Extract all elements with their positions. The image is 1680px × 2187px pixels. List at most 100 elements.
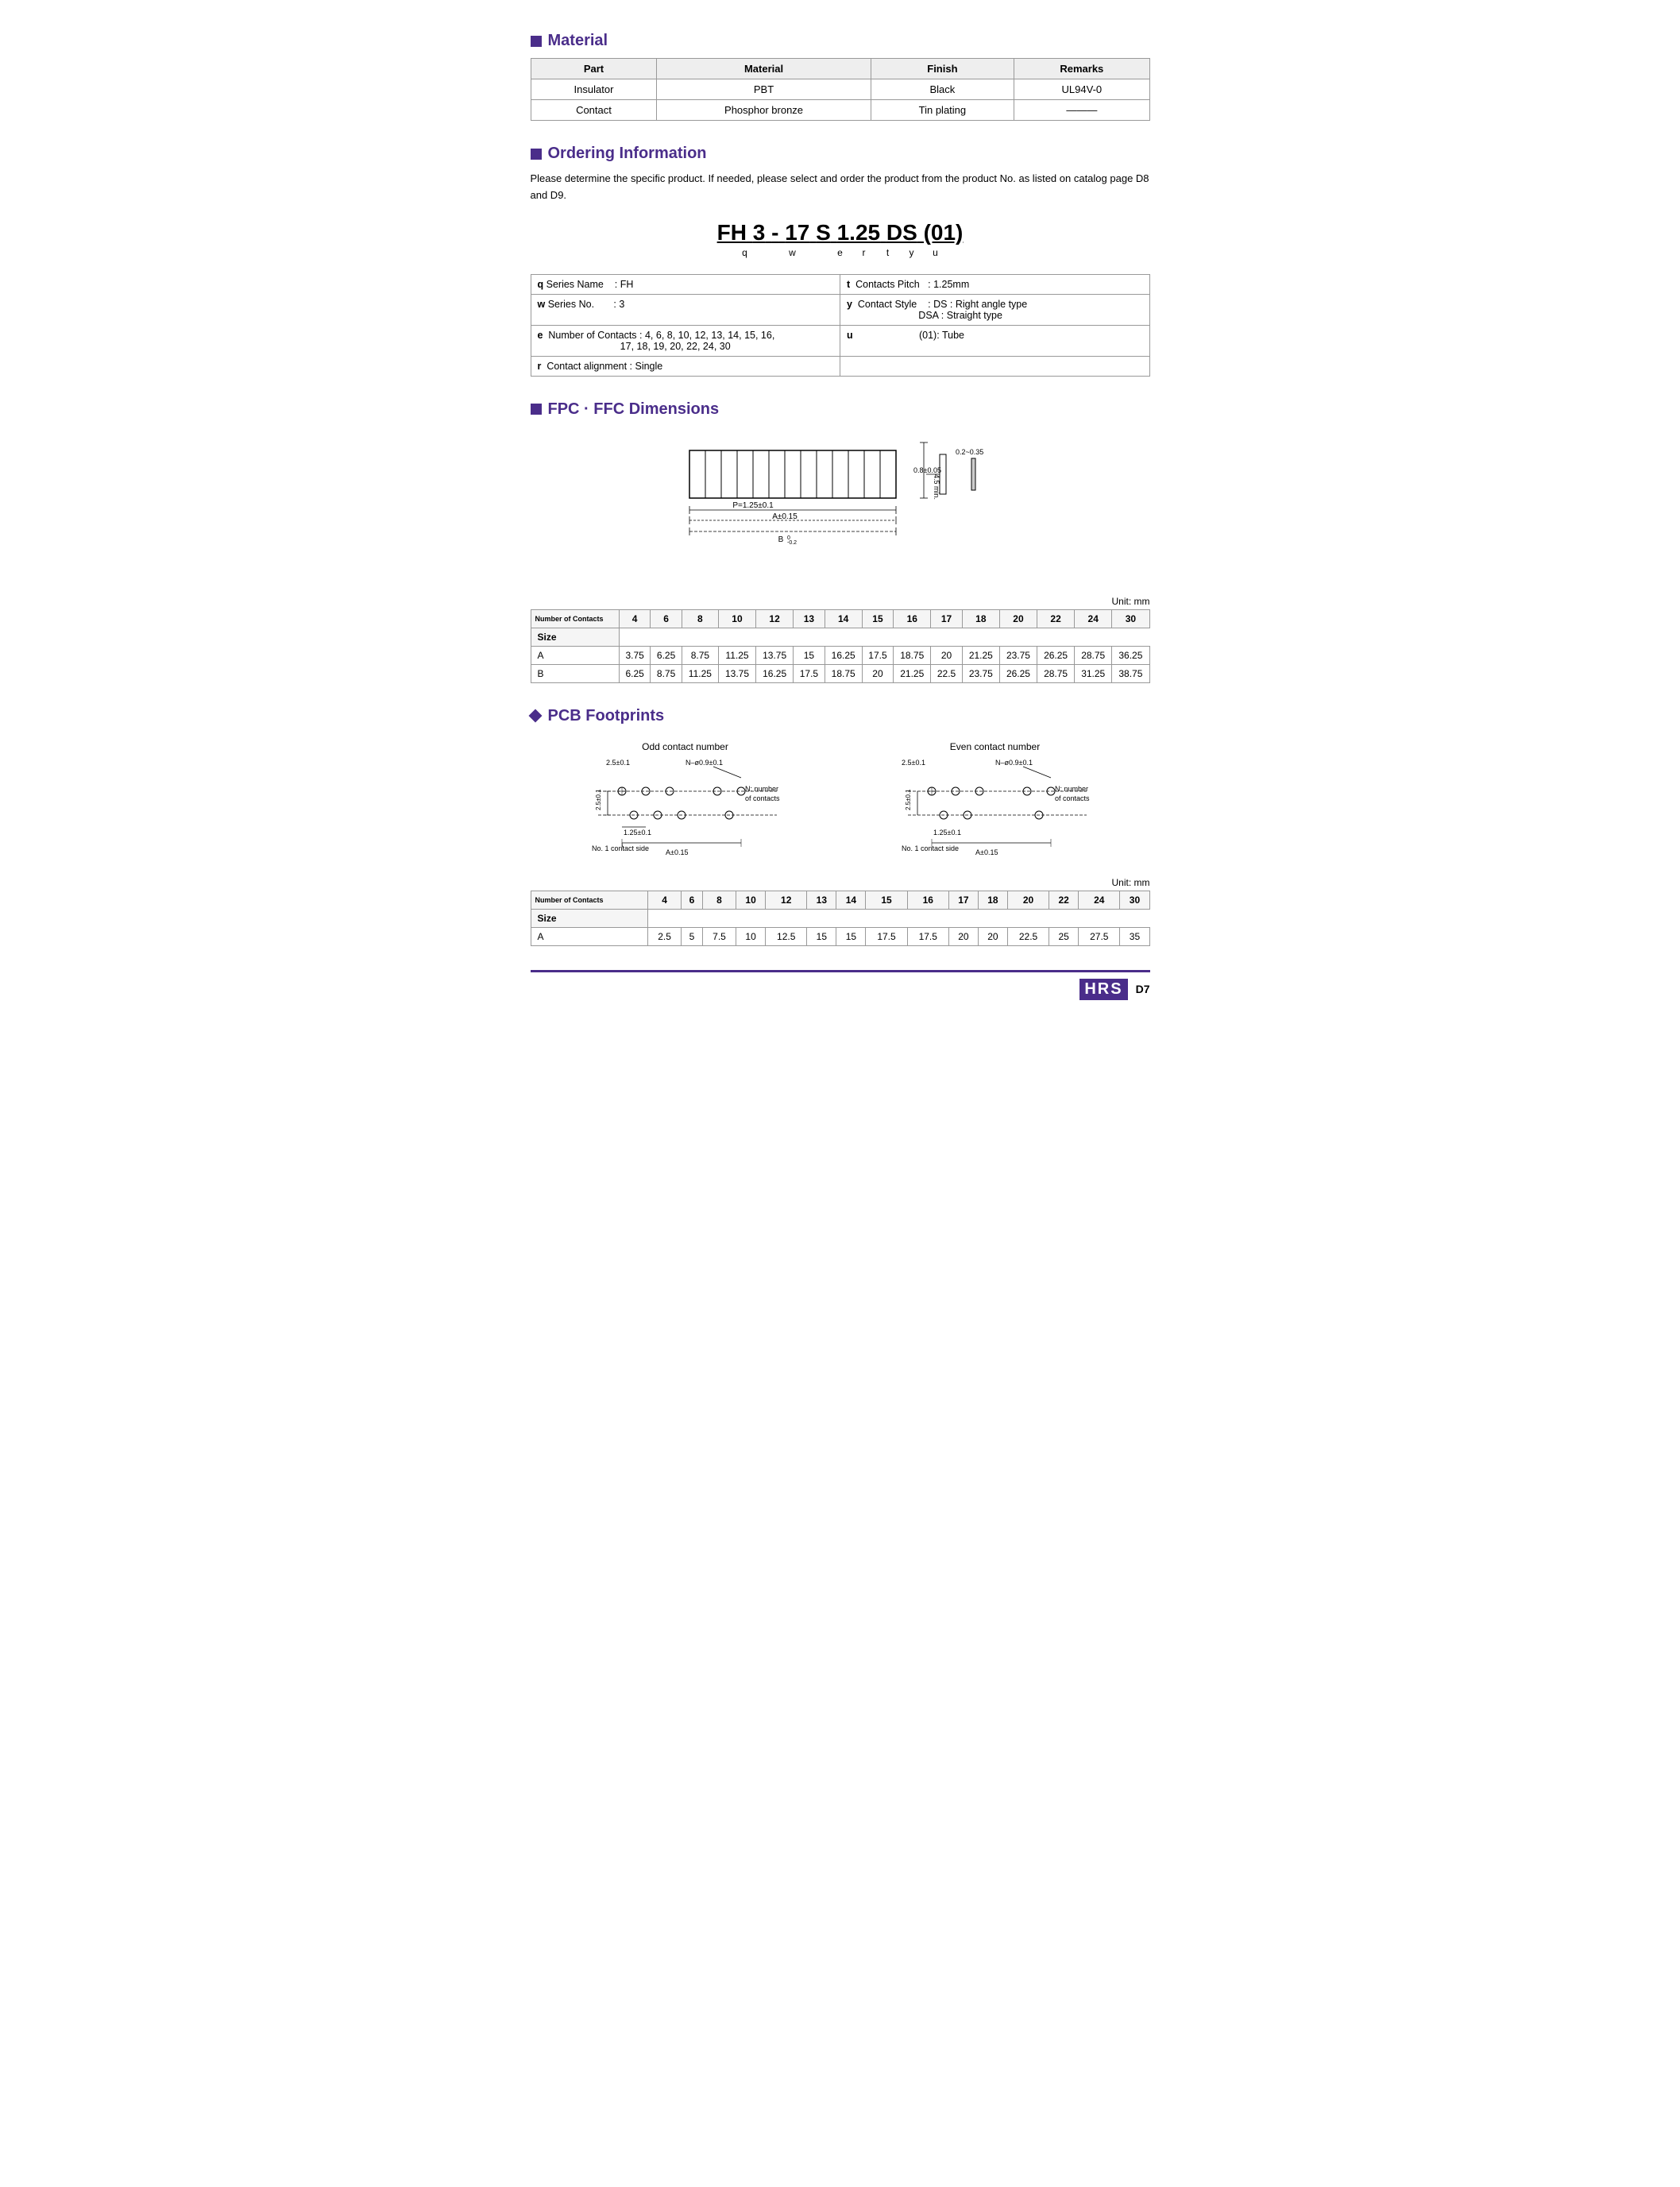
material-header: Material bbox=[531, 32, 1150, 50]
ordering-icon bbox=[531, 149, 542, 160]
pcb-a-label: A bbox=[531, 927, 647, 945]
pcb-size-label: Size bbox=[531, 909, 647, 927]
fpc-b-22: 28.75 bbox=[1037, 664, 1075, 682]
pcb-even-label: Even contact number bbox=[900, 741, 1091, 752]
pn-17: 17 bbox=[785, 220, 809, 245]
col-header-finish: Finish bbox=[871, 59, 1014, 79]
pcb-icon bbox=[528, 709, 542, 723]
fpc-title: FPC · FFC Dimensions bbox=[548, 400, 720, 419]
pcb-col-15: 15 bbox=[866, 891, 907, 909]
finish-tin: Tin plating bbox=[871, 100, 1014, 121]
svg-text:N–ø0.9±0.1: N–ø0.9±0.1 bbox=[686, 759, 723, 767]
material-section: Material Part Material Finish Remarks In… bbox=[531, 32, 1150, 121]
fpc-a-10: 11.25 bbox=[718, 646, 755, 664]
pn-space2 bbox=[765, 220, 771, 245]
table-row: Insulator PBT Black UL94V-0 bbox=[531, 79, 1149, 100]
fpc-b-10: 13.75 bbox=[718, 664, 755, 682]
pcb-col-6: 6 bbox=[682, 891, 703, 909]
pcb-a-12: 12.5 bbox=[766, 927, 807, 945]
svg-text:1.25±0.1: 1.25±0.1 bbox=[624, 829, 651, 837]
fpc-col-17: 17 bbox=[931, 609, 962, 628]
pn-space5 bbox=[831, 220, 837, 245]
pcb-a-14: 15 bbox=[836, 927, 866, 945]
fpc-a-15: 17.5 bbox=[862, 646, 893, 664]
fpc-a-label: A bbox=[531, 646, 619, 664]
pcb-even-diagram: Even contact number 2.5±0.1 N–ø0.9±0.1 bbox=[900, 741, 1091, 861]
pn-letter-e: e bbox=[828, 247, 852, 258]
pcb-unit: Unit: mm bbox=[531, 877, 1150, 888]
fpc-b-30: 38.75 bbox=[1112, 664, 1149, 682]
pn-space7 bbox=[917, 220, 924, 245]
pcb-row-a: A 2.5 5 7.5 10 12.5 15 15 17.5 17.5 20 2… bbox=[531, 927, 1149, 945]
pcb-col-8: 8 bbox=[702, 891, 736, 909]
material-title: Material bbox=[548, 32, 608, 50]
fpc-b-14: 18.75 bbox=[825, 664, 862, 682]
fpc-data-table: Number of Contacts 4 6 8 10 12 13 14 15 … bbox=[531, 609, 1150, 683]
fpc-header-contacts: Number of Contacts bbox=[531, 609, 619, 628]
pcb-a-15: 17.5 bbox=[866, 927, 907, 945]
pcb-odd-label: Odd contact number bbox=[590, 741, 781, 752]
pn-space3 bbox=[778, 220, 785, 245]
col-header-material: Material bbox=[657, 59, 871, 79]
material-table: Part Material Finish Remarks Insulator P… bbox=[531, 58, 1150, 121]
col-header-remarks: Remarks bbox=[1014, 59, 1149, 79]
pcb-col-17: 17 bbox=[948, 891, 978, 909]
fpc-b-label: B bbox=[531, 664, 619, 682]
fpc-col-13: 13 bbox=[794, 609, 825, 628]
finish-black: Black bbox=[871, 79, 1014, 100]
page-footer: HRS D7 bbox=[531, 970, 1150, 1000]
svg-text:2.5±0.1: 2.5±0.1 bbox=[606, 759, 630, 767]
pn-space1 bbox=[747, 220, 753, 245]
pcb-even-svg: 2.5±0.1 N–ø0.9±0.1 N: numbe bbox=[900, 755, 1091, 859]
pn-letter-u: u bbox=[924, 247, 948, 258]
pn-letter-w: w bbox=[781, 247, 805, 258]
ordering-cell-u: u (01): Tube bbox=[840, 325, 1150, 356]
svg-text:2.5±0.1: 2.5±0.1 bbox=[905, 788, 912, 809]
fpc-a-16: 18.75 bbox=[894, 646, 931, 664]
pn-space6 bbox=[880, 220, 886, 245]
fpc-header: FPC · FFC Dimensions bbox=[531, 400, 1150, 419]
fpc-size-label: Size bbox=[531, 628, 619, 646]
fpc-col-16: 16 bbox=[894, 609, 931, 628]
ordering-cell-empty bbox=[840, 356, 1150, 376]
fpc-a-18: 21.25 bbox=[962, 646, 999, 664]
col-header-part: Part bbox=[531, 59, 657, 79]
pn-letters-row: q w e r t y u bbox=[531, 247, 1150, 258]
pn-letter-q: q bbox=[733, 247, 757, 258]
pcb-a-8: 7.5 bbox=[702, 927, 736, 945]
fpc-b-13: 17.5 bbox=[794, 664, 825, 682]
ordering-cell-t: t Contacts Pitch : 1.25mm bbox=[840, 274, 1150, 294]
pcb-header-contacts: Number of Contacts bbox=[531, 891, 647, 909]
pn-s: S bbox=[816, 220, 831, 245]
ordering-info-table: q Series Name : FH t Contacts Pitch : 1.… bbox=[531, 274, 1150, 377]
fpc-col-18: 18 bbox=[962, 609, 999, 628]
pcb-col-10: 10 bbox=[736, 891, 766, 909]
ordering-section: Ordering Information Please determine th… bbox=[531, 145, 1150, 377]
pcb-a-17: 20 bbox=[948, 927, 978, 945]
page-number: D7 bbox=[1136, 983, 1150, 995]
pcb-a-20: 22.5 bbox=[1007, 927, 1049, 945]
ordering-cell-q: q Series Name : FH bbox=[531, 274, 840, 294]
svg-text:No. 1 contact side: No. 1 contact side bbox=[902, 844, 959, 852]
ordering-cell-r: r Contact alignment : Single bbox=[531, 356, 840, 376]
fpc-col-14: 14 bbox=[825, 609, 862, 628]
svg-text:0.8±0.05: 0.8±0.05 bbox=[913, 466, 941, 474]
pn-fh: FH bbox=[717, 220, 747, 245]
fpc-b-20: 26.25 bbox=[999, 664, 1037, 682]
fpc-a-20: 23.75 bbox=[999, 646, 1037, 664]
material-icon bbox=[531, 36, 542, 47]
fpc-b-12: 16.25 bbox=[756, 664, 794, 682]
fpc-b-24: 31.25 bbox=[1075, 664, 1112, 682]
pcb-col-18: 18 bbox=[978, 891, 1007, 909]
fpc-section: FPC · FFC Dimensions P=1.25±0.1 bbox=[531, 400, 1150, 683]
pcb-a-13: 15 bbox=[807, 927, 836, 945]
svg-text:B: B bbox=[778, 535, 783, 544]
svg-text:2.5±0.1: 2.5±0.1 bbox=[595, 788, 602, 809]
pcb-col-12: 12 bbox=[766, 891, 807, 909]
pn-letter-r: r bbox=[852, 247, 876, 258]
fpc-col-24: 24 bbox=[1075, 609, 1112, 628]
pn-segments: FH 3 - 17 S 1.25 DS (01) bbox=[531, 220, 1150, 245]
pcb-col-22: 22 bbox=[1049, 891, 1079, 909]
fpc-unit: Unit: mm bbox=[531, 596, 1150, 607]
fpc-a-24: 28.75 bbox=[1075, 646, 1112, 664]
